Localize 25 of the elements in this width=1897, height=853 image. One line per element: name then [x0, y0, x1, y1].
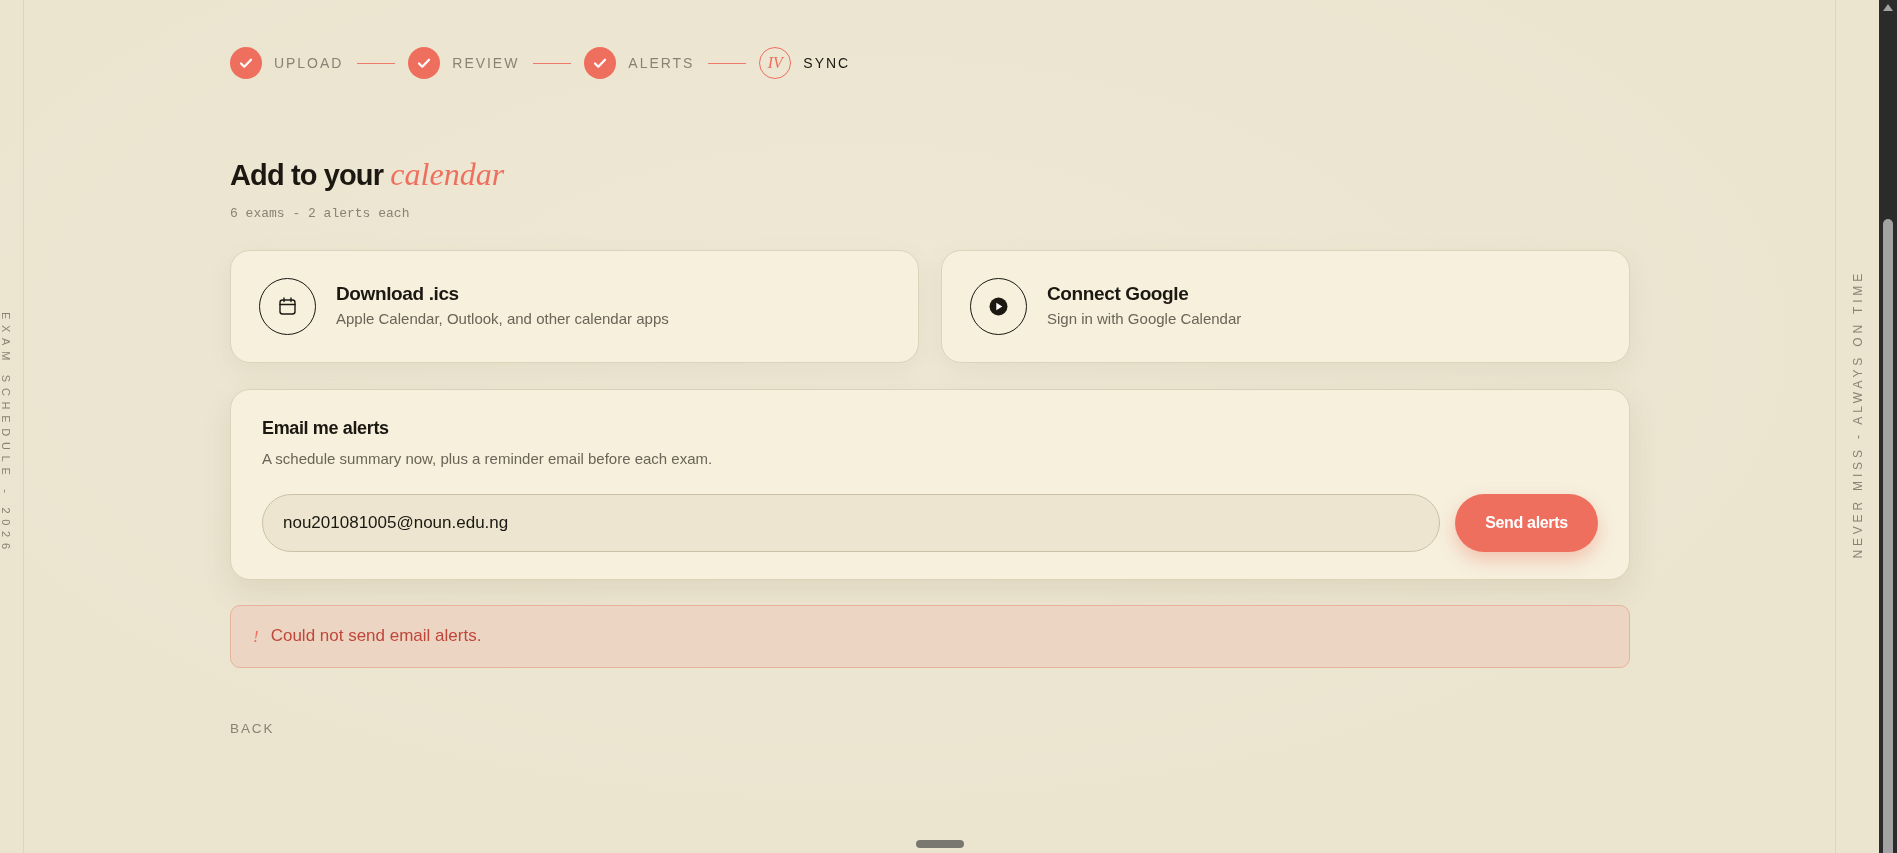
option-title: Connect Google — [1047, 283, 1190, 307]
email-field[interactable]: nou201081005@noun.edu.ng — [262, 493, 1440, 552]
scrollbar[interactable] — [1879, 0, 1897, 853]
option-card[interactable]: Connect Google Sign in with Google Calendar — [941, 249, 1630, 363]
exclamation-mark: ! — [253, 627, 259, 645]
option-description: Apple Calendar, Outlook, and other calendar apps — [336, 309, 669, 329]
email-alerts-description: A schedule summary now, plus a reminder email before each exam. — [262, 449, 714, 469]
play-icon — [970, 277, 1027, 335]
option-title: Download .ics — [336, 283, 460, 307]
step-label: REVIEW — [452, 56, 520, 70]
scroll-up-icon[interactable] — [1883, 4, 1893, 11]
drag-handle-icon[interactable] — [916, 840, 964, 848]
step-label: SYNC — [803, 56, 851, 70]
error-message: Could not send email alerts. — [270, 625, 482, 647]
page-heading: Add to your calendar — [230, 155, 506, 194]
option-description: Sign in with Google Calendar — [1047, 309, 1242, 329]
calendar-icon — [259, 277, 316, 335]
side-caption: EXAM SCHEDULE - 2026 — [0, 312, 11, 555]
email-alerts-title: Email me alerts — [262, 417, 390, 440]
step-label: ALERTS — [628, 56, 695, 70]
side-caption: NEVER MISS - ALWAYS ON TIME — [1851, 270, 1864, 559]
option-card[interactable]: Download .ics Apple Calendar, Outlook, and other calendar apps — [230, 249, 919, 363]
step-label: UPLOAD — [274, 56, 344, 70]
page-subtitle: 6 exams - 2 alerts each — [230, 205, 411, 224]
scrollbar-thumb[interactable] — [1883, 219, 1893, 853]
